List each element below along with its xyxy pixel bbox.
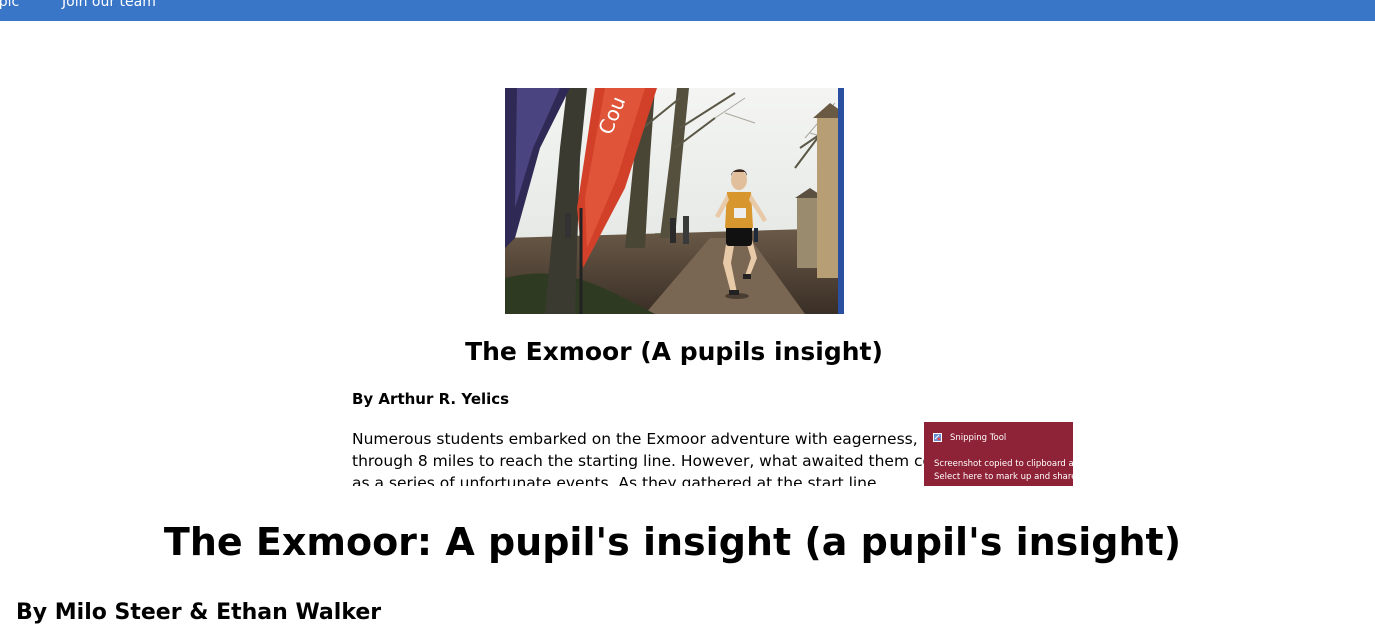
nav-link-join-our-team[interactable]: Join our team bbox=[62, 0, 156, 10]
article-byline: By Arthur R. Yelics bbox=[352, 390, 510, 408]
article-title: The Exmoor (A pupils insight) bbox=[465, 337, 883, 366]
toast-action-hint: Select here to mark up and share. bbox=[934, 472, 1073, 482]
snipping-tool-toast[interactable]: Snipping Tool Screenshot copied to clipb… bbox=[924, 422, 1073, 486]
snipping-tool-icon bbox=[933, 433, 942, 442]
page-byline: By Milo Steer & Ethan Walker bbox=[16, 600, 382, 625]
hero-image: Cou bbox=[505, 88, 844, 314]
nav-link-topic[interactable]: Topic bbox=[0, 0, 19, 10]
page-title: The Exmoor: A pupil's insight (a pupil's… bbox=[163, 520, 1182, 564]
toast-app-name: Snipping Tool bbox=[950, 433, 1007, 443]
top-nav-bar: Topic Join our team bbox=[0, 0, 1375, 21]
toast-message: Screenshot copied to clipboard and saved bbox=[934, 459, 1073, 469]
